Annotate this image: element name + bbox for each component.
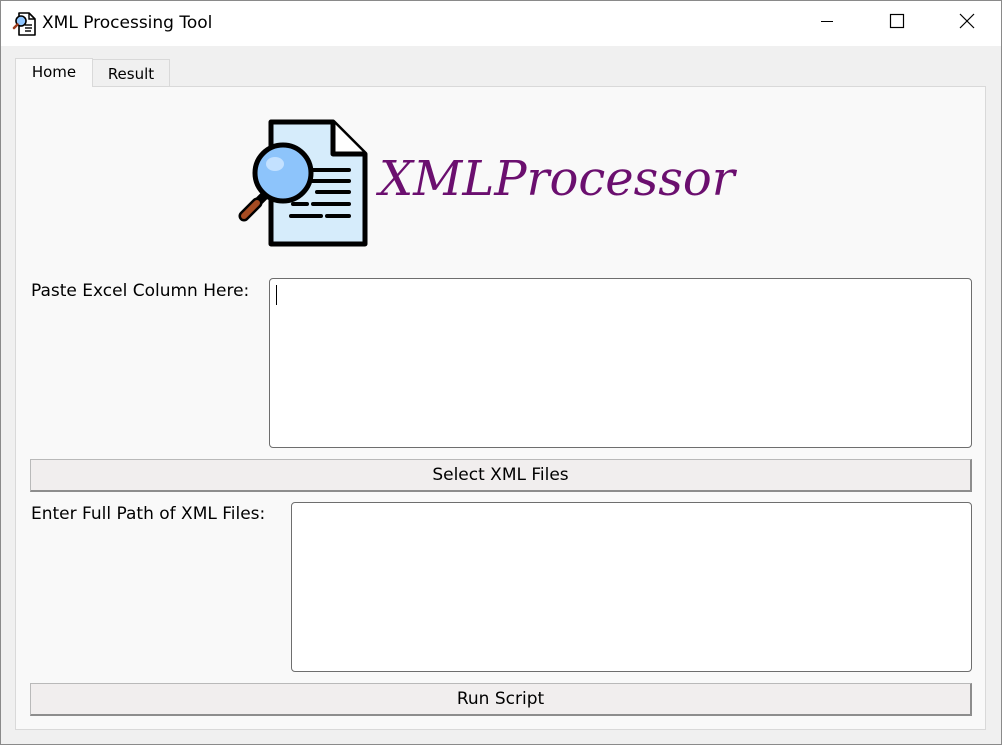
app-window: XML Processing Tool Home Result XMLProce… xyxy=(0,0,1002,745)
select-xml-files-button[interactable]: Select XML Files xyxy=(30,459,972,492)
close-button[interactable] xyxy=(932,1,1001,46)
xml-path-label: Enter Full Path of XML Files: xyxy=(31,504,266,524)
minimize-icon xyxy=(820,14,834,33)
excel-column-label: Paste Excel Column Here: xyxy=(31,281,250,301)
minimize-button[interactable] xyxy=(792,1,862,46)
maximize-icon xyxy=(889,13,905,34)
tab-result[interactable]: Result xyxy=(93,59,170,86)
title-bar: XML Processing Tool xyxy=(1,1,1001,46)
excel-column-input[interactable] xyxy=(269,278,972,448)
window-title: XML Processing Tool xyxy=(42,13,213,33)
app-icon xyxy=(12,11,38,37)
tab-home[interactable]: Home xyxy=(15,58,93,87)
logo-text: XMLProcessor xyxy=(379,151,735,207)
run-script-button[interactable]: Run Script xyxy=(30,683,972,716)
maximize-button[interactable] xyxy=(862,1,932,46)
close-icon xyxy=(959,13,975,34)
text-caret xyxy=(276,285,277,305)
document-search-icon xyxy=(237,118,369,250)
xml-path-input[interactable] xyxy=(291,502,972,672)
